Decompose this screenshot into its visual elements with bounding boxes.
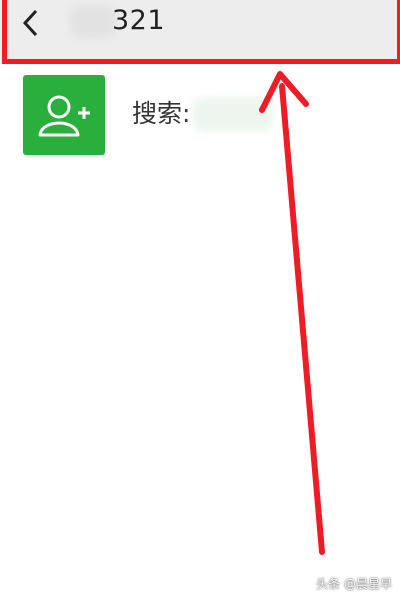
chevron-left-icon bbox=[22, 9, 38, 37]
blurred-query-text bbox=[70, 6, 116, 38]
blurred-search-term bbox=[193, 98, 273, 132]
watermark-text: 头条 @晨星早 bbox=[316, 577, 392, 591]
search-bar[interactable]: 321 bbox=[0, 0, 400, 64]
search-result-row[interactable]: 搜索: bbox=[0, 68, 400, 164]
search-query-text[interactable]: 321 bbox=[112, 4, 165, 38]
back-button[interactable] bbox=[14, 6, 48, 40]
search-result-label: 搜索: bbox=[132, 99, 191, 128]
add-contact-icon bbox=[23, 75, 105, 155]
